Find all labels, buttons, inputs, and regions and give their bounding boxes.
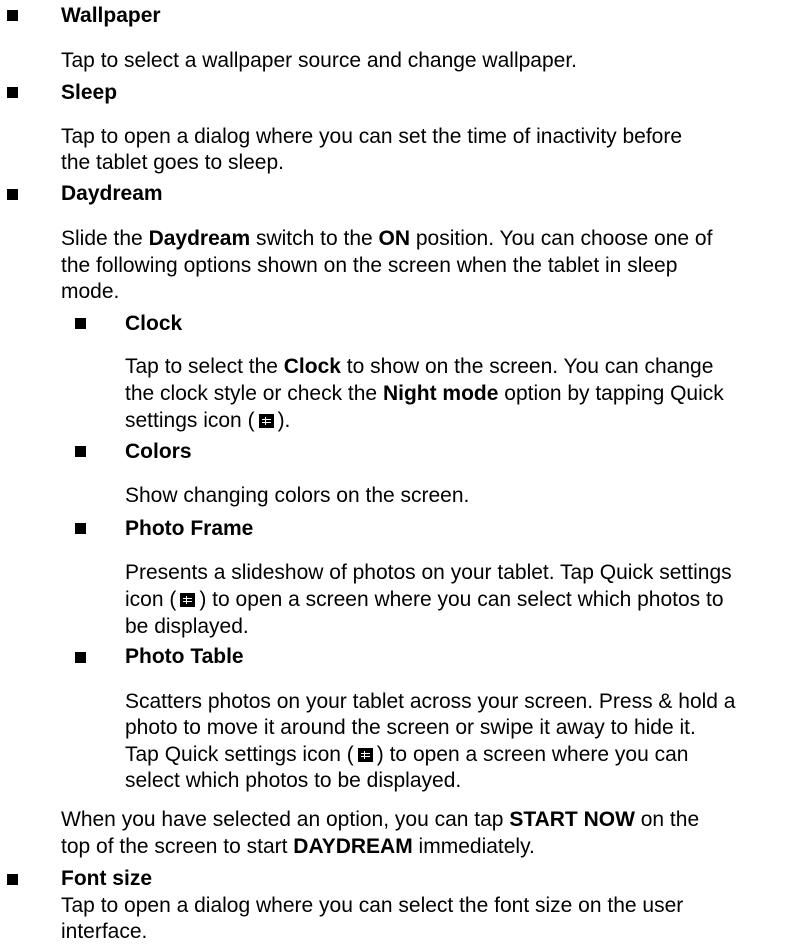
photo-table-description-line4: select which photos to be displayed. <box>125 769 462 793</box>
sleep-description-line1: Tap to open a dialog where you can set t… <box>61 125 683 149</box>
daydream-description-line2: the following options shown on the scree… <box>61 253 678 277</box>
photo-frame-description-line3: be displayed. <box>125 614 249 638</box>
font-size-description-line2: interface. <box>61 920 148 944</box>
text-run: immediately. <box>412 834 535 858</box>
text-run: on the <box>634 808 700 832</box>
photo-table-description-line2: photo to move it around the screen or sw… <box>125 716 696 740</box>
wallpaper-description: Tap to select a wallpaper source and cha… <box>61 48 577 72</box>
text-run: icon ( <box>125 588 177 611</box>
heading-colors: Colors <box>125 439 192 463</box>
clock-description-line1: Tap to select the Clock to show on the s… <box>125 354 713 380</box>
photo-frame-description-line1: Presents a slideshow of photos on your t… <box>125 561 732 585</box>
emphasis-daydream: Daydream <box>148 227 251 251</box>
square-bullet-icon <box>7 873 18 885</box>
heading-wallpaper: Wallpaper <box>61 3 161 27</box>
text-run: Tap Quick settings icon ( <box>125 742 354 766</box>
emphasis-start-now: START NOW <box>509 808 635 832</box>
quick-settings-icon <box>258 413 274 428</box>
heading-photo-table: Photo Table <box>125 645 244 668</box>
text-run: top of the screen to start <box>61 834 294 858</box>
daydream-description-line3: mode. <box>61 280 120 304</box>
colors-description: Show changing colors on the screen. <box>125 484 470 508</box>
emphasis-on: ON <box>378 227 411 251</box>
emphasis-clock: Clock <box>283 355 341 379</box>
document-page: Wallpaper Tap to select a wallpaper sour… <box>0 0 810 951</box>
text-run: Slide the <box>61 227 149 251</box>
emphasis-night-mode: Night mode <box>382 381 499 405</box>
square-bullet-icon <box>75 318 86 330</box>
text-run: ) to open a screen where you can <box>376 742 689 766</box>
emphasis-daydream-caps: DAYDREAM <box>293 834 413 858</box>
heading-photo-frame: Photo Frame <box>125 516 254 540</box>
sleep-description-line2: the tablet goes to sleep. <box>61 151 284 175</box>
square-bullet-icon <box>75 523 86 535</box>
font-size-description-line1: Tap to open a dialog where you can selec… <box>61 893 684 917</box>
text-run: Tap to select the <box>125 355 284 379</box>
text-run: option by tapping Quick <box>498 381 724 405</box>
quick-settings-icon <box>180 593 196 607</box>
clock-description-line2: the clock style or check the Night mode … <box>125 381 724 407</box>
heading-font-size: Font size <box>61 867 153 891</box>
heading-sleep: Sleep <box>61 80 118 104</box>
square-bullet-icon <box>75 446 86 458</box>
text-run: settings icon ( <box>125 408 255 432</box>
text-run: When you have selected an option, you ca… <box>61 808 510 832</box>
daydream-start-line1: When you have selected an option, you ca… <box>61 807 699 833</box>
square-bullet-icon <box>7 10 18 22</box>
photo-table-description-line3: Tap Quick settings icon ( ) to open a scr… <box>125 742 688 768</box>
text-run: switch to the <box>250 227 379 251</box>
photo-frame-description-line2: icon ( ) to open a screen where you can s… <box>125 587 724 613</box>
quick-settings-icon <box>357 747 373 762</box>
square-bullet-icon <box>7 189 18 200</box>
text-run: position. You can choose one of <box>410 227 713 251</box>
square-bullet-icon <box>75 651 86 663</box>
photo-table-description-line1: Scatters photos on your tablet across yo… <box>125 689 736 713</box>
text-run: the clock style or check the <box>125 381 383 405</box>
daydream-description-line1: Slide the Daydream switch to the ON posi… <box>61 226 712 252</box>
square-bullet-icon <box>7 87 18 99</box>
heading-daydream: Daydream <box>61 182 163 206</box>
text-run: ). <box>277 408 291 432</box>
text-run: ) to open a screen where you can select … <box>199 588 724 611</box>
heading-clock: Clock <box>125 311 183 335</box>
clock-description-line3: settings icon (). <box>125 408 290 434</box>
daydream-start-line2: top of the screen to start DAYDREAM imme… <box>61 834 535 860</box>
text-run: to show on the screen. You can change <box>340 355 714 379</box>
